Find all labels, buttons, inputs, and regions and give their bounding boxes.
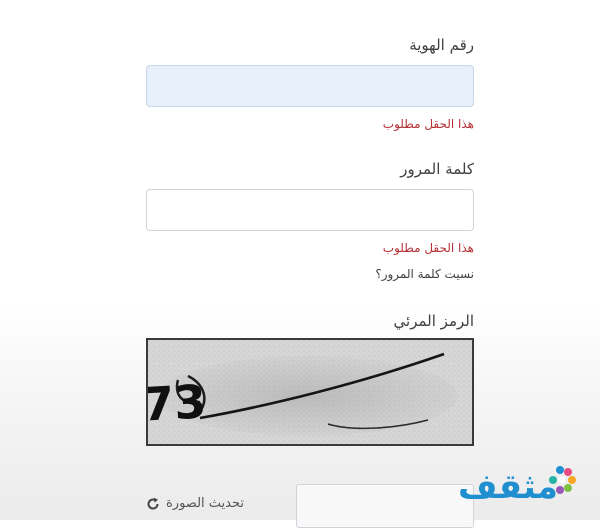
captcha-input[interactable] — [296, 484, 474, 528]
password-input[interactable] — [146, 189, 474, 231]
refresh-captcha-label: تحديث الصورة — [166, 496, 244, 511]
watermark-logo: مثقف — [456, 456, 580, 506]
id-number-input[interactable] — [146, 65, 474, 107]
password-error: هذا الحقل مطلوب — [382, 241, 474, 255]
id-number-label: رقم الهوية — [409, 36, 474, 54]
login-form: رقم الهوية هذا الحقل مطلوب كلمة المرور ه… — [146, 0, 474, 520]
captcha-code: 701873 — [148, 374, 208, 438]
password-label: كلمة المرور — [400, 160, 474, 178]
captcha-label: الرمز المرئي — [393, 312, 474, 330]
watermark-text: مثقف — [458, 467, 558, 506]
refresh-icon — [146, 497, 160, 511]
forgot-password-link[interactable]: نسيت كلمة المرور؟ — [375, 267, 474, 281]
captcha-svg: 701873 — [148, 340, 472, 444]
captcha-image: 701873 — [146, 338, 474, 446]
refresh-captcha-button[interactable]: تحديث الصورة — [146, 496, 244, 511]
id-number-error: هذا الحقل مطلوب — [382, 117, 474, 131]
